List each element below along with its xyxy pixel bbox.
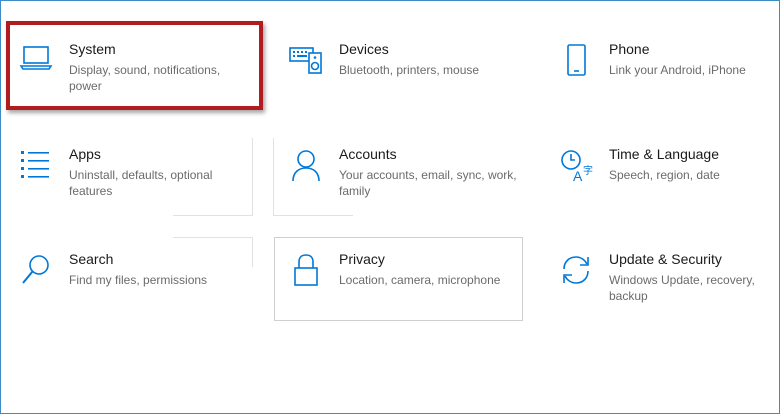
tile-description: Location, camera, microphone [339,273,501,287]
tile-description: Bluetooth, printers, mouse [339,63,480,77]
tile-apps[interactable]: Apps Uninstall, defaults, optional featu… [11,140,259,222]
tile-title: Devices [339,41,389,57]
search-icon [19,253,53,287]
tile-title: Phone [609,41,650,57]
tile-description: Your accounts, email, sync, work, family [339,168,517,198]
tile-devices[interactable]: Devices Bluetooth, printers, mouse [281,35,529,117]
tile-title: Search [69,251,114,267]
highlight-box [6,21,263,110]
tile-description: Uninstall, defaults, optional features [69,168,213,198]
settings-window: System Display, sound, notifications, po… [0,0,780,414]
tile-accounts[interactable]: Accounts Your accounts, email, sync, wor… [281,140,529,222]
phone-icon [559,43,593,77]
tile-title: Time & Language [609,146,719,162]
apps-list-icon [19,148,53,182]
tile-title: Accounts [339,146,397,162]
tile-border [173,237,253,238]
tile-description: Speech, region, date [609,168,720,182]
tile-time-language[interactable]: A 字 Time & Language Speech, region, date [551,140,780,222]
time-language-icon: A 字 [559,148,593,182]
tile-search[interactable]: Search Find my files, permissions [11,245,259,327]
tile-description: Windows Update, recovery, backup [609,273,755,303]
tile-update-security[interactable]: Update & Security Windows Update, recove… [551,245,780,327]
tile-description: Find my files, permissions [69,273,208,287]
svg-text:字: 字 [583,164,593,177]
keyboard-speaker-icon [289,43,323,77]
lock-icon [289,253,323,287]
tile-title: Privacy [339,251,385,267]
sync-icon [559,253,593,287]
tile-title: Apps [69,146,101,162]
person-icon [289,148,323,182]
tile-phone[interactable]: Phone Link your Android, iPhone [551,35,780,117]
tile-border [273,138,274,216]
svg-text:A: A [573,168,583,182]
tile-title: Update & Security [609,251,722,267]
tile-description: Link your Android, iPhone [609,63,746,77]
tile-privacy[interactable]: Privacy Location, camera, microphone [281,245,529,327]
